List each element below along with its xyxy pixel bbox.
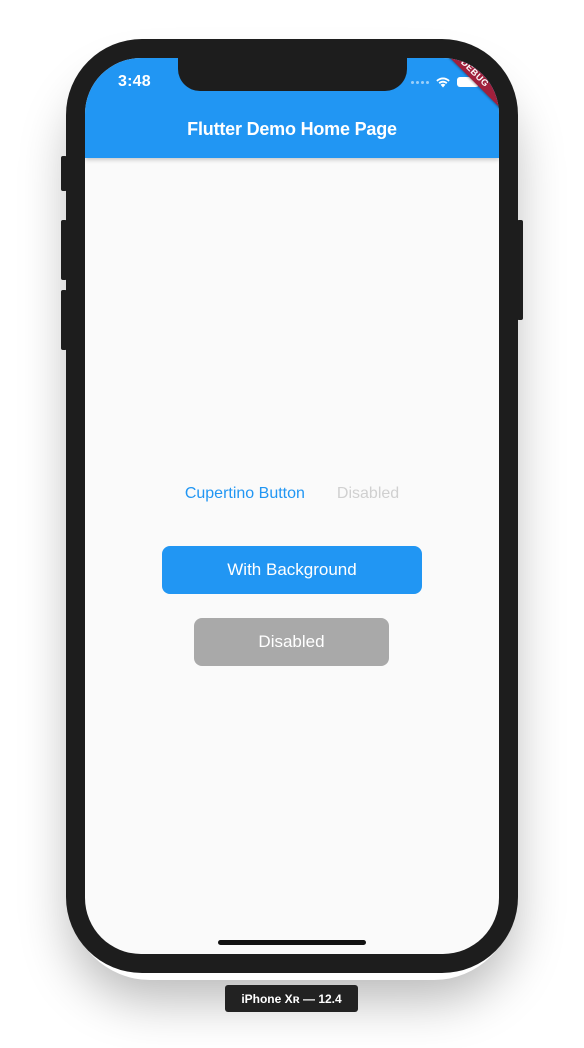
power-button	[517, 220, 523, 320]
page-title: Flutter Demo Home Page	[187, 119, 397, 139]
volume-up-button	[61, 220, 67, 280]
mute-switch	[61, 156, 67, 191]
disabled-text-button: Disabled	[336, 485, 400, 502]
simulator-stage: 3:48 Flutter Demo Home Page DEBUG Cupert…	[0, 0, 584, 1048]
device-screen: 3:48 Flutter Demo Home Page DEBUG Cupert…	[85, 58, 499, 954]
home-indicator[interactable]	[218, 940, 366, 945]
device-notch	[178, 58, 407, 91]
cupertino-button[interactable]: Cupertino Button	[185, 485, 305, 503]
status-time: 3:48	[118, 73, 151, 90]
cupertino-button-row: Cupertino Button Disabled	[85, 485, 499, 503]
disabled-filled-button: Disabled	[194, 618, 389, 666]
with-background-button[interactable]: With Background	[162, 546, 422, 594]
status-icons	[411, 76, 479, 88]
volume-down-button	[61, 290, 67, 350]
app-bar: 3:48 Flutter Demo Home Page DEBUG	[85, 58, 499, 158]
device-label: iPhone Xʀ — 12.4	[225, 985, 358, 1012]
wifi-icon	[436, 77, 450, 88]
signal-dots-icon	[411, 80, 429, 84]
